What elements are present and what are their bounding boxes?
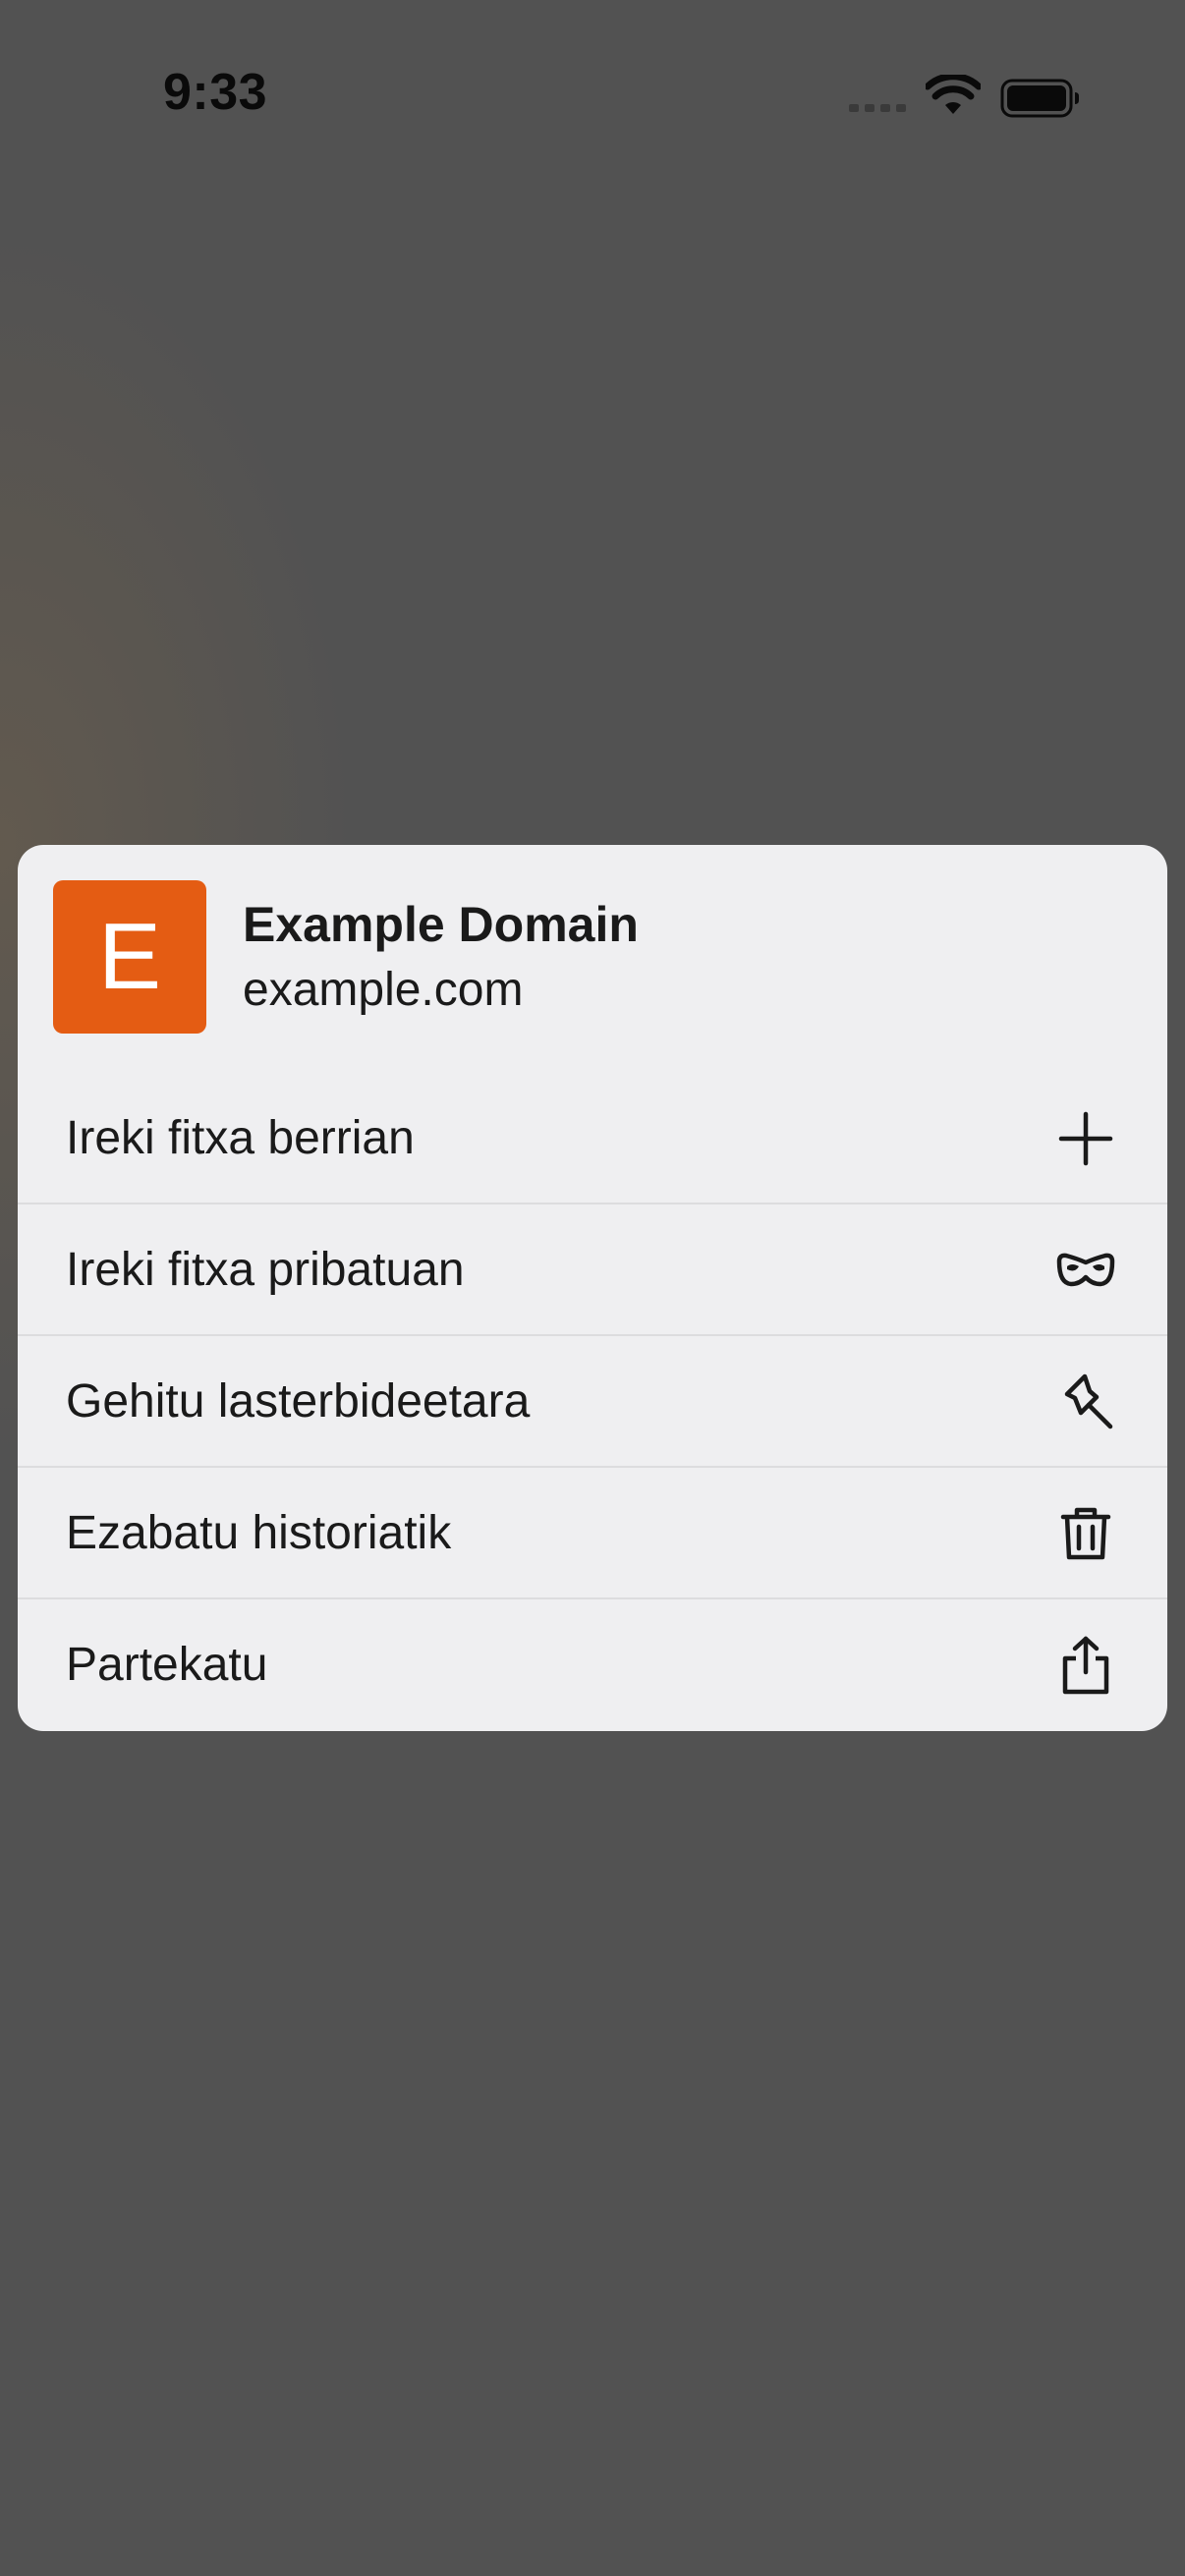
status-bar: 9:33 — [0, 0, 1185, 196]
site-favicon: E — [53, 880, 206, 1034]
plus-icon — [1055, 1108, 1116, 1169]
menu-item-share[interactable]: Partekatu — [18, 1599, 1167, 1731]
menu-item-open-private-tab[interactable]: Ireki fitxa pribatuan — [18, 1204, 1167, 1336]
share-icon — [1055, 1635, 1116, 1696]
menu-item-add-to-shortcuts[interactable]: Gehitu lasterbideetara — [18, 1336, 1167, 1468]
private-mask-icon — [1055, 1240, 1116, 1301]
site-title: Example Domain — [243, 897, 639, 952]
menu-list: Ireki fitxa berrian Ireki fitxa pribatua… — [18, 1073, 1167, 1731]
menu-item-label: Ezabatu historiatik — [66, 1507, 452, 1559]
favicon-letter: E — [97, 904, 162, 1009]
menu-item-label: Gehitu lasterbideetara — [66, 1375, 531, 1428]
trash-icon — [1055, 1503, 1116, 1564]
battery-icon — [1000, 79, 1081, 118]
menu-item-open-new-tab[interactable]: Ireki fitxa berrian — [18, 1073, 1167, 1204]
menu-item-delete-from-history[interactable]: Ezabatu historiatik — [18, 1468, 1167, 1599]
menu-item-label: Ireki fitxa berrian — [66, 1112, 415, 1164]
site-preview-header: E Example Domain example.com — [18, 845, 1167, 1073]
context-menu: E Example Domain example.com Ireki fitxa… — [18, 845, 1167, 1731]
cellular-signal-icon — [849, 104, 906, 112]
wifi-icon — [924, 73, 983, 116]
status-time: 9:33 — [163, 64, 268, 121]
site-url: example.com — [243, 964, 524, 1016]
pin-icon — [1055, 1372, 1116, 1432]
menu-item-label: Partekatu — [66, 1639, 268, 1691]
menu-item-label: Ireki fitxa pribatuan — [66, 1244, 465, 1296]
